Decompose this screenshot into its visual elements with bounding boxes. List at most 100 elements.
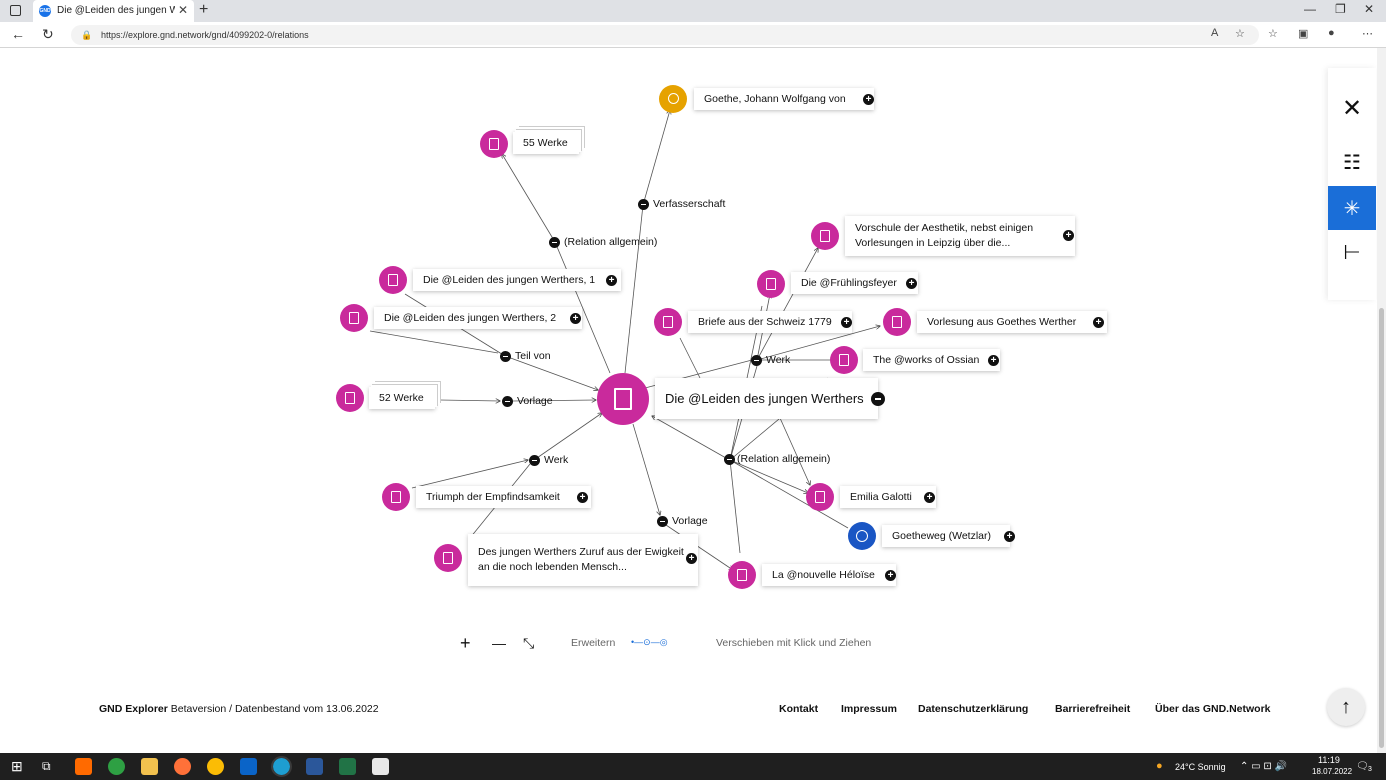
person-node[interactable] [659,85,687,113]
read-aloud-icon[interactable]: A [1211,27,1218,39]
work-node[interactable] [434,544,462,572]
app-icon[interactable] [372,758,389,775]
collapse-relation-icon[interactable] [529,455,540,466]
word-icon[interactable] [306,758,323,775]
close-icon[interactable]: ✕ [1328,86,1376,130]
clock-date[interactable]: 18.07.2022 [1312,767,1352,776]
footer-link-barrierefreiheit[interactable]: Barrierefreiheit [1055,703,1130,715]
expand-icon[interactable]: + [570,313,581,324]
work-node[interactable] [340,304,368,332]
node-label[interactable]: Des jungen Werthers Zuruf aus der Ewigke… [468,534,698,586]
browser-tab[interactable]: GND Die @Leiden des jungen Werthe ✕ [33,0,194,22]
work-node[interactable] [480,130,508,158]
maximize-icon[interactable]: ❐ [1335,2,1346,16]
lock-icon[interactable]: 🔒 [81,25,92,45]
collapse-relation-icon[interactable] [751,355,762,366]
zoom-out-icon[interactable]: — [492,635,506,651]
task-view-icon[interactable]: ⧉ [42,759,51,774]
footer-link-datenschutz[interactable]: Datenschutzerklärung [918,703,1028,715]
work-node[interactable] [382,483,410,511]
node-label[interactable]: Goetheweg (Wetzlar) [882,525,1010,547]
node-label[interactable]: Die @Leiden des jungen Werthers, 2 [374,307,582,329]
collapse-relation-icon[interactable] [502,396,513,407]
collapse-relation-icon[interactable] [549,237,560,248]
work-node[interactable] [883,308,911,336]
work-node[interactable] [654,308,682,336]
expand-icon[interactable]: + [924,492,935,503]
node-label[interactable]: Emilia Galotti [840,486,936,508]
footer-link-impressum[interactable]: Impressum [841,703,897,715]
center-node-label[interactable]: Die @Leiden des jungen Werthers [655,378,878,419]
expand-icon[interactable]: + [577,492,588,503]
notification-icon[interactable]: 🗨 [1356,761,1369,772]
work-node[interactable] [728,561,756,589]
expand-icon[interactable]: + [1004,531,1015,542]
collapse-relation-icon[interactable] [724,454,735,465]
system-tray-icons[interactable]: ⌃ ▭ ⊡ 🔊 [1240,761,1287,772]
center-work-node[interactable] [597,373,649,425]
weather-text[interactable]: 24°C Sonnig [1175,762,1226,772]
work-node[interactable] [811,222,839,250]
favorites-icon[interactable]: ☆ [1268,27,1278,40]
collapse-relation-icon[interactable] [657,516,668,527]
hierarchy-view-icon[interactable]: ⊢ [1328,230,1376,274]
app-icon[interactable] [108,758,125,775]
minimize-icon[interactable]: — [1304,2,1316,16]
expand-icon[interactable]: + [1093,317,1104,328]
windows-start-icon[interactable]: ⊞ [11,758,23,775]
tab-close-icon[interactable]: ✕ [178,3,188,17]
graph-view-icon[interactable]: ✳ [1328,186,1376,230]
edge-icon[interactable] [271,756,292,777]
firefox-icon[interactable] [174,758,191,775]
app-icon[interactable] [75,758,92,775]
profile-icon[interactable]: ● [1328,27,1335,39]
favorite-add-icon[interactable]: ☆ [1235,27,1245,40]
footer-link-kontakt[interactable]: Kontakt [779,703,818,715]
node-label[interactable]: 52 Werke [369,387,435,409]
node-label[interactable]: Briefe aus der Schweiz 1779 [688,311,852,333]
collapse-relation-icon[interactable] [638,199,649,210]
collapse-center-icon[interactable] [871,392,885,406]
node-label[interactable]: Triumph der Empfindsamkeit [416,486,591,508]
node-label[interactable]: La @nouvelle Héloïse [762,564,896,586]
url-field[interactable]: 🔒 https://explore.gnd.network/gnd/409920… [71,25,1259,45]
scroll-to-top-button[interactable]: ↑ [1327,688,1365,726]
expand-icon[interactable]: + [1063,230,1074,241]
node-label[interactable]: Vorlesung aus Goethes Werther [917,311,1107,333]
collections-icon[interactable]: ▣ [1298,27,1308,40]
expand-level-slider[interactable]: •—⊙—◎ [631,637,668,648]
file-explorer-icon[interactable] [141,758,158,775]
list-view-icon[interactable]: ☷ [1328,140,1376,184]
expand-icon[interactable]: + [686,553,697,564]
expand-icon[interactable]: + [841,317,852,328]
work-node[interactable] [830,346,858,374]
footer-link-gnd-network[interactable]: Über das GND.Network [1155,703,1271,715]
expand-icon[interactable]: + [885,570,896,581]
new-tab-icon[interactable]: + [199,1,208,19]
node-label[interactable]: Die @Frühlingsfeyer [791,272,918,294]
node-label[interactable]: Vorschule der Aesthetik, nebst einigen V… [845,216,1075,256]
back-icon[interactable]: ← [11,26,25,42]
clock-time[interactable]: 11:19 [1318,755,1340,765]
chrome-icon[interactable] [207,758,224,775]
excel-icon[interactable] [339,758,356,775]
zoom-in-icon[interactable]: + [460,633,471,654]
reload-icon[interactable]: ↻ [42,26,54,43]
collapse-relation-icon[interactable] [500,351,511,362]
scrollbar[interactable] [1377,48,1386,753]
expand-icon[interactable]: + [988,355,999,366]
more-icon[interactable]: ⋯ [1362,27,1373,40]
node-label[interactable]: 55 Werke [513,132,579,154]
expand-icon[interactable]: + [863,94,874,105]
node-label[interactable]: Die @Leiden des jungen Werthers, 1 [413,269,621,291]
node-label[interactable]: Goethe, Johann Wolfgang von [694,88,874,110]
place-node[interactable] [848,522,876,550]
work-node[interactable] [757,270,785,298]
outlook-icon[interactable] [240,758,257,775]
window-close-icon[interactable]: ✕ [1364,2,1374,16]
work-node[interactable] [806,483,834,511]
expand-icon[interactable]: + [606,275,617,286]
tab-actions-icon[interactable] [10,5,21,16]
fit-view-icon[interactable]: ⤡ [523,635,534,652]
scrollbar-thumb[interactable] [1379,308,1384,748]
